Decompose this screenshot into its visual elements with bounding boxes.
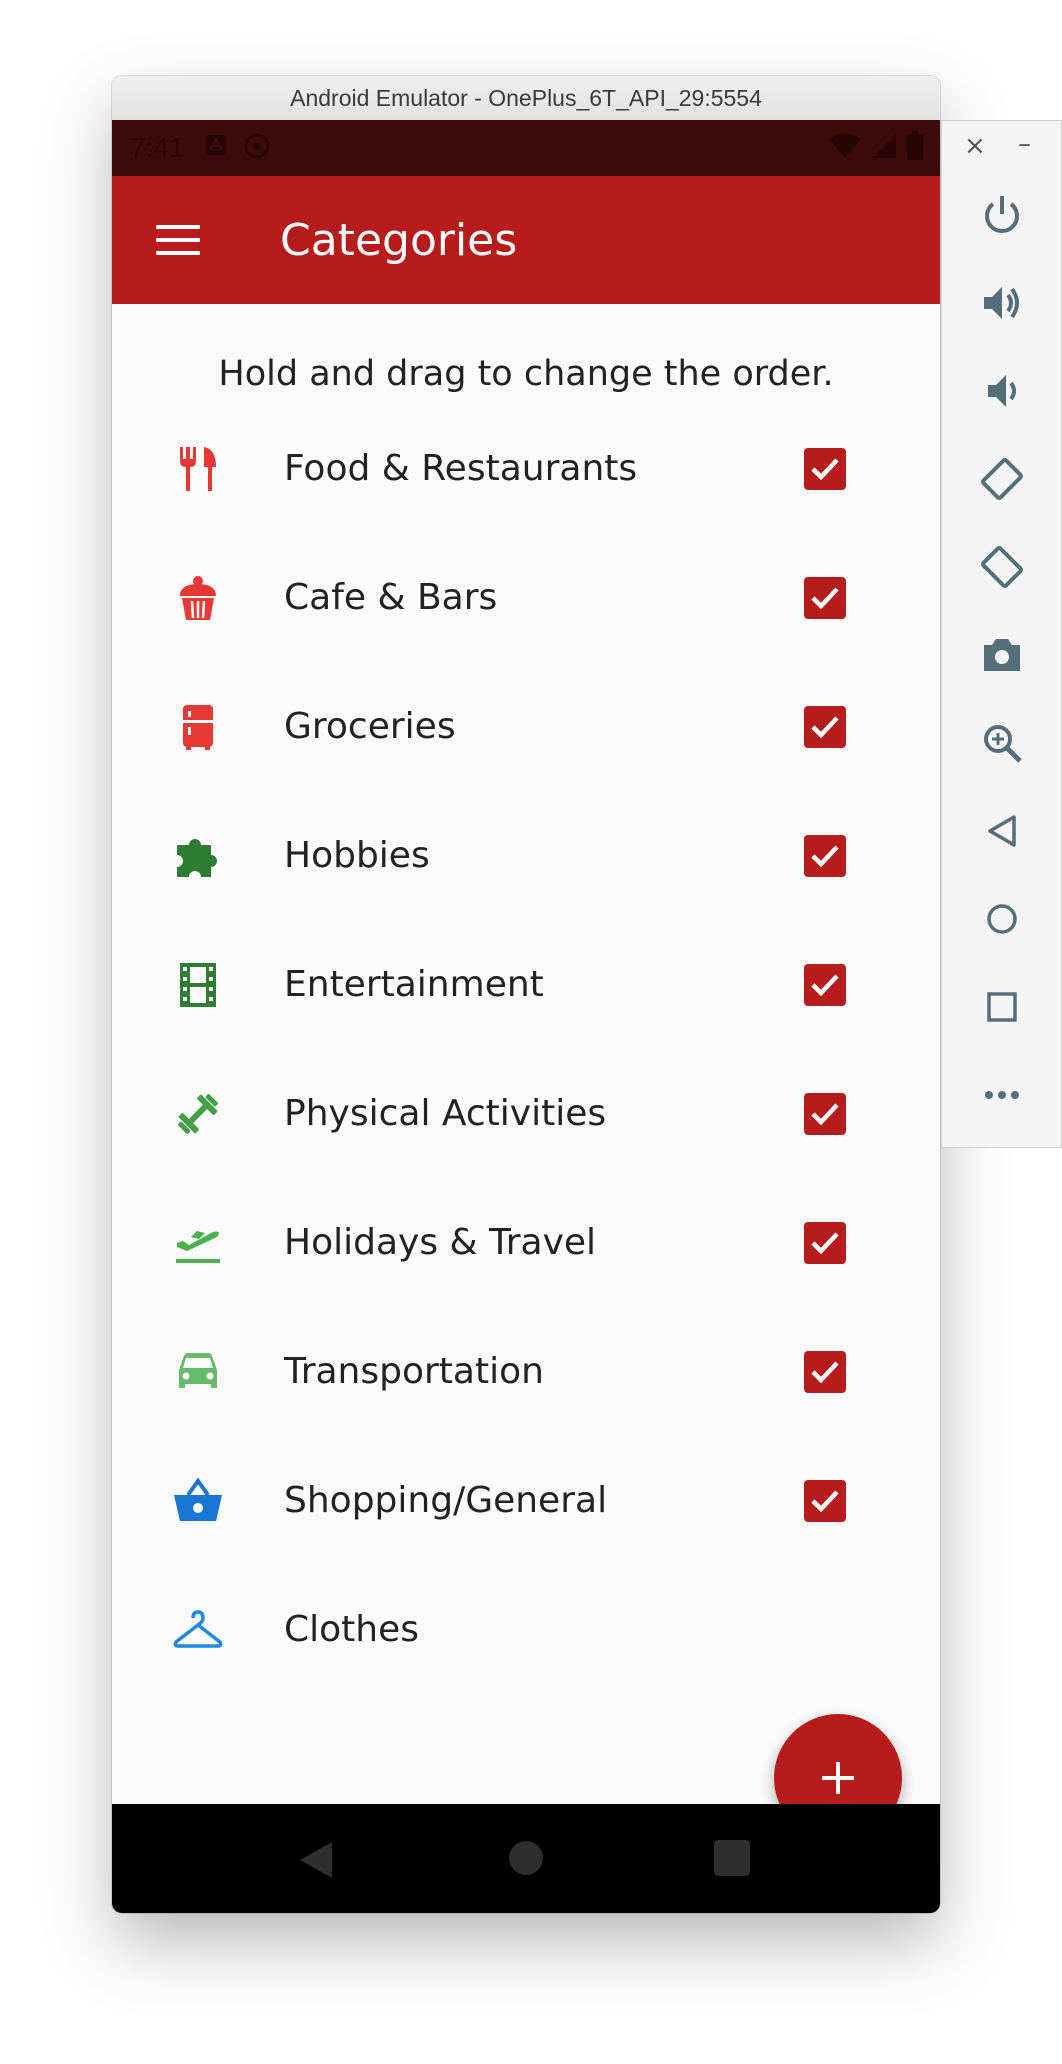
category-checkbox[interactable] [804,834,846,877]
category-row-entertainment[interactable]: Entertainment [112,920,940,1049]
fridge-icon [172,701,224,753]
category-label: Hobbies [284,835,430,876]
category-row-holidays-travel[interactable]: Holidays & Travel [112,1178,940,1307]
back-icon[interactable] [972,801,1032,861]
camera-icon[interactable] [972,625,1032,685]
category-label: Clothes [284,1609,419,1650]
close-icon[interactable]: × [964,131,986,161]
category-checkbox[interactable] [804,576,846,619]
wifi-icon [828,132,862,164]
volume-down-icon[interactable] [972,361,1032,421]
category-label: Entertainment [284,964,544,1005]
category-row-food-restaurants[interactable]: Food & Restaurants [112,404,940,533]
car-icon [172,1346,224,1398]
overview-icon[interactable] [972,977,1032,1037]
zoom-icon[interactable] [972,713,1032,773]
emulator-window: Android Emulator - OnePlus_6T_API_29:555… [112,76,940,1913]
category-label: Shopping/General [284,1480,608,1521]
menu-icon[interactable] [156,225,200,255]
plus-icon [822,1762,854,1794]
status-time: 7:41 [130,132,185,163]
category-list: Food & Restaurants Cafe & Bars Groceries… [112,404,940,1694]
category-row-hobbies[interactable]: Hobbies [112,791,940,920]
status-bar: 7:41 [112,120,940,176]
category-label: Food & Restaurants [284,448,638,489]
category-checkbox[interactable] [804,1479,846,1522]
category-row-clothes[interactable]: Clothes [112,1565,940,1694]
rotate-left-icon[interactable] [972,449,1032,509]
dumbbell-icon [172,1088,224,1140]
category-label: Transportation [284,1351,544,1392]
main-content: Hold and drag to change the order. Food … [112,304,940,1880]
home-icon[interactable] [972,889,1032,949]
category-checkbox[interactable] [804,1221,846,1264]
category-label: Holidays & Travel [284,1222,597,1263]
nav-home-button[interactable] [508,1840,544,1880]
page-title: Categories [280,214,518,266]
android-notification-icon [203,132,229,164]
window-title: Android Emulator - OnePlus_6T_API_29:555… [290,84,762,111]
nav-recents-button[interactable] [714,1840,750,1880]
sync-notification-icon [243,132,271,164]
category-checkbox[interactable] [804,963,846,1006]
category-label: Physical Activities [284,1093,607,1134]
category-label: Groceries [284,706,456,747]
category-checkbox[interactable] [804,1350,846,1393]
nav-back-button[interactable] [298,1840,334,1884]
rotate-right-icon[interactable] [972,537,1032,597]
category-checkbox[interactable] [804,447,846,490]
category-row-physical-activities[interactable]: Physical Activities [112,1049,940,1178]
window-titlebar: Android Emulator - OnePlus_6T_API_29:555… [112,76,940,121]
hanger-icon [172,1604,224,1656]
emulator-side-toolbar: × – [941,120,1062,1148]
power-icon[interactable] [972,185,1032,245]
signal-icon [870,132,898,164]
category-row-transportation[interactable]: Transportation [112,1307,940,1436]
category-checkbox[interactable] [804,1092,846,1135]
android-nav-bar [112,1804,940,1913]
drag-hint: Hold and drag to change the order. [218,354,834,394]
fork-knife-icon [172,443,224,495]
film-icon [172,959,224,1011]
battery-icon [906,131,924,165]
volume-up-icon[interactable] [972,273,1032,333]
plane-takeoff-icon [172,1217,224,1269]
minimize-icon[interactable]: – [1018,129,1031,159]
category-row-groceries[interactable]: Groceries [112,662,940,791]
puzzle-icon [172,830,224,882]
category-checkbox[interactable] [804,705,846,748]
category-row-shopping-general[interactable]: Shopping/General [112,1436,940,1565]
category-label: Cafe & Bars [284,577,498,618]
more-icon[interactable] [972,1065,1032,1125]
category-row-cafe-bars[interactable]: Cafe & Bars [112,533,940,662]
cupcake-icon [172,572,224,624]
app-bar: Categories [112,176,940,304]
basket-icon [172,1475,224,1527]
